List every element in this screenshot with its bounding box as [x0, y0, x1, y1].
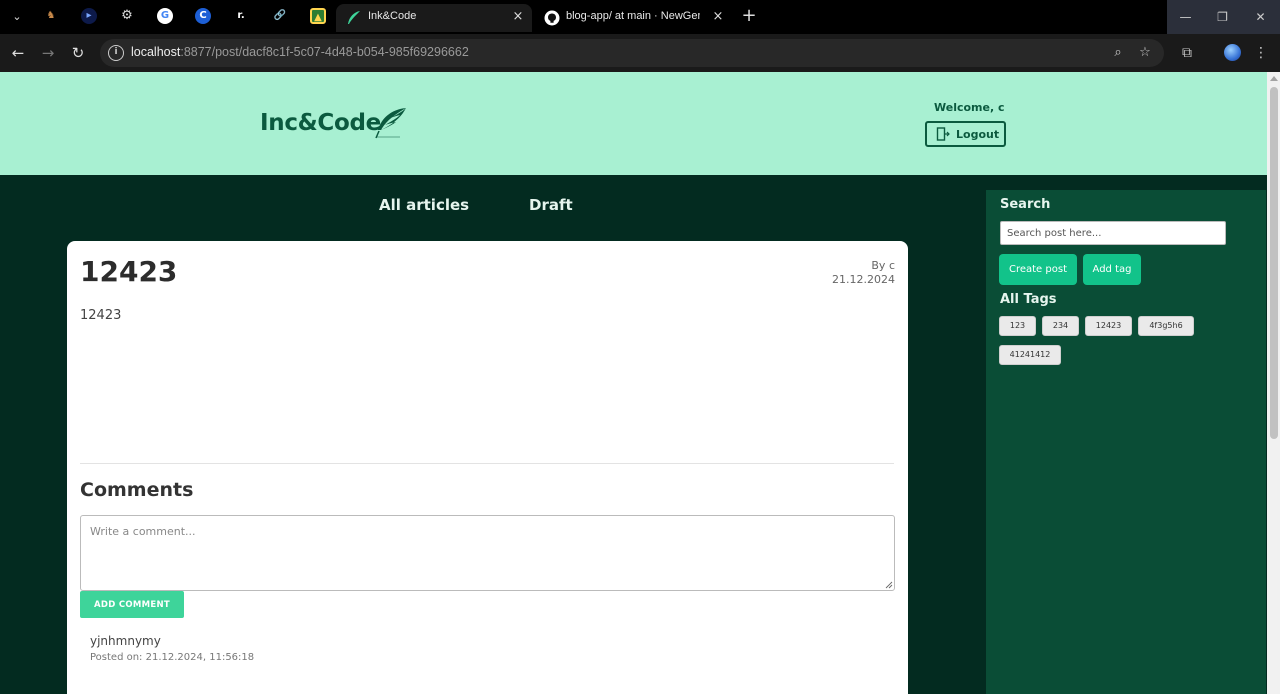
- github-icon: [544, 10, 560, 26]
- profile-avatar[interactable]: [1224, 44, 1241, 61]
- search-input[interactable]: [1000, 221, 1226, 245]
- r-icon[interactable]: r.: [233, 8, 249, 24]
- article-date: 21.12.2024: [832, 273, 895, 286]
- extensions-icon[interactable]: ⧉: [1177, 43, 1197, 63]
- openai-icon[interactable]: ⚙: [119, 8, 135, 24]
- tag-chip[interactable]: 41241412: [999, 345, 1061, 365]
- welcome-text: Welcome, c: [934, 101, 1005, 114]
- minimize-icon[interactable]: —: [1167, 0, 1204, 34]
- nav-all-articles[interactable]: All articles: [379, 196, 469, 214]
- tab-title: Ink&Code: [368, 10, 417, 22]
- close-window-icon[interactable]: ✕: [1241, 0, 1280, 34]
- link-icon[interactable]: 🔗: [272, 8, 288, 24]
- address-bar[interactable]: i localhost:8877/post/dacf8c1f-5c07-4d48…: [100, 39, 1164, 67]
- site-info-icon[interactable]: i: [108, 45, 124, 61]
- site-logo[interactable]: Inc&Code: [260, 110, 381, 136]
- restore-icon[interactable]: ❐: [1204, 0, 1241, 34]
- comment-date: Posted on: 21.12.2024, 11:56:18: [90, 652, 255, 663]
- sidebar: Search Create post Add tag All Tags 123 …: [986, 190, 1266, 694]
- tab-close-icon[interactable]: ×: [510, 9, 526, 25]
- feather-logo-icon: [375, 108, 406, 139]
- search-heading: Search: [1000, 197, 1051, 212]
- tab-close-icon[interactable]: ×: [710, 9, 726, 25]
- beaver-icon[interactable]: ♞: [43, 8, 59, 24]
- add-tag-button[interactable]: Add tag: [1083, 254, 1141, 285]
- create-post-button[interactable]: Create post: [999, 254, 1077, 285]
- zoom-icon[interactable]: ⌕: [1109, 44, 1127, 62]
- nav-draft[interactable]: Draft: [529, 196, 573, 214]
- bookmark-star-icon[interactable]: ☆: [1136, 44, 1154, 62]
- logout-icon: [936, 127, 950, 141]
- tag-chip[interactable]: 4f3g5h6: [1138, 316, 1194, 336]
- tab-title: blog-app/ at main · NewGen202: [566, 10, 700, 22]
- logout-label: Logout: [956, 128, 1000, 141]
- article-body: 12423: [80, 308, 122, 323]
- tag-chip[interactable]: 234: [1042, 316, 1079, 336]
- article-title: 12423: [80, 255, 178, 288]
- new-tab-icon[interactable]: +: [740, 7, 758, 25]
- tab-search-chevron-icon[interactable]: ⌄: [7, 8, 27, 26]
- article-card: 12423 By c 21.12.2024 12423 Comments ADD…: [67, 241, 908, 694]
- add-comment-button[interactable]: ADD COMMENT: [80, 591, 184, 618]
- comments-heading: Comments: [80, 479, 194, 501]
- tags-heading: All Tags: [1000, 292, 1057, 307]
- browser-toolbar: ← → ↻ i localhost:8877/post/dacf8c1f-5c0…: [0, 34, 1280, 72]
- comment-input[interactable]: [80, 515, 895, 591]
- google-icon[interactable]: G: [157, 8, 173, 24]
- page-scrollbar[interactable]: [1267, 72, 1280, 694]
- play-icon[interactable]: ▸: [81, 8, 97, 24]
- resize-grip-icon[interactable]: [885, 581, 893, 589]
- tab-inkcode[interactable]: Ink&Code ×: [336, 4, 532, 32]
- article-author: By c: [871, 259, 895, 272]
- reload-icon[interactable]: ↻: [67, 42, 89, 64]
- tag-chip[interactable]: 12423: [1085, 316, 1132, 336]
- logout-button[interactable]: Logout: [925, 121, 1006, 147]
- menu-kebab-icon[interactable]: ⋮: [1251, 43, 1271, 63]
- divider: [80, 463, 894, 464]
- article-byline: By c 21.12.2024: [832, 259, 895, 287]
- tab-github[interactable]: blog-app/ at main · NewGen202 ×: [534, 4, 730, 32]
- c-icon[interactable]: C: [195, 8, 211, 24]
- feather-icon: [348, 11, 360, 24]
- url-text[interactable]: localhost:8877/post/dacf8c1f-5c07-4d48-b…: [131, 45, 469, 59]
- scroll-up-icon[interactable]: [1270, 76, 1278, 81]
- forward-icon[interactable]: →: [37, 42, 59, 64]
- scrollbar-thumb[interactable]: [1270, 87, 1278, 439]
- tag-chip[interactable]: 123: [999, 316, 1036, 336]
- browser-tab-bar: ⌄ ♞ ▸ ⚙ G C r. 🔗 ▲ Ink&Code × blog-app/ …: [0, 0, 1280, 34]
- drive-icon[interactable]: ▲: [310, 8, 326, 24]
- comment-author: yjnhmnymy: [90, 634, 161, 648]
- site-header: Inc&Code Welcome, c Logout: [0, 72, 1267, 175]
- back-icon[interactable]: ←: [7, 42, 29, 64]
- page-viewport: Inc&Code Welcome, c Logout All articles …: [0, 72, 1267, 694]
